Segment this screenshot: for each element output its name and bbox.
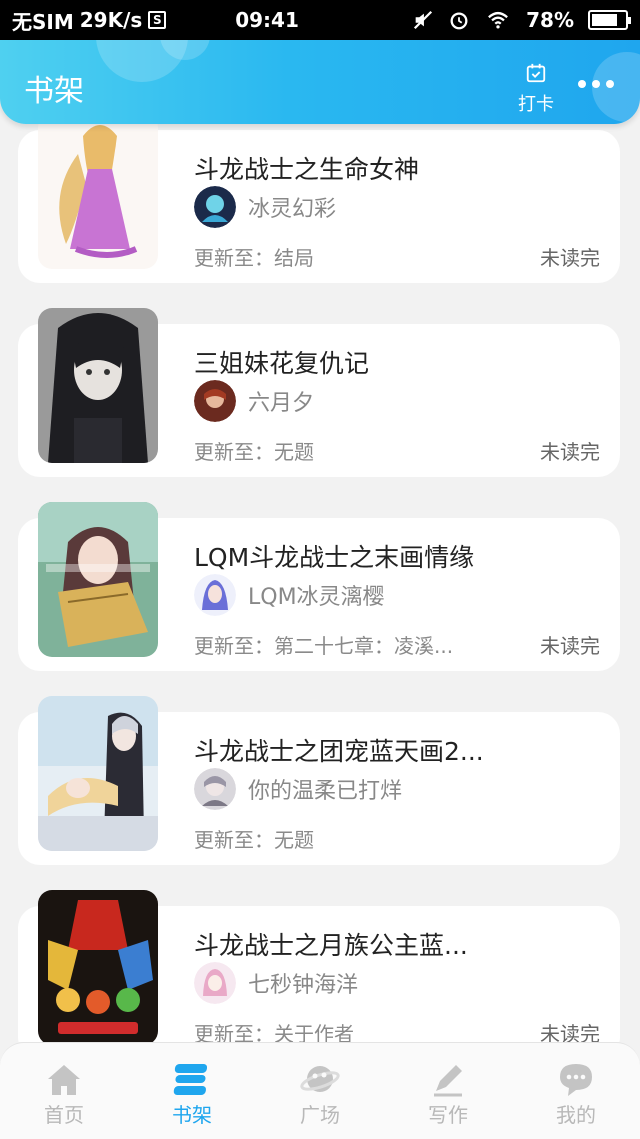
read-status: 未读完 — [540, 440, 600, 464]
nav-label: 广场 — [300, 1103, 340, 1127]
more-dot — [606, 80, 614, 88]
checkin-label: 打卡 — [518, 94, 554, 115]
update-text: 更新至：无题 — [194, 828, 314, 852]
book-card[interactable]: 斗龙战士之生命女神 冰灵幻彩 更新至：结局 未读完 — [18, 124, 620, 283]
book-card[interactable]: 斗龙战士之团宠蓝天画2... 你的温柔已打烊 更新至：无题 — [18, 696, 620, 865]
pen-icon — [434, 1065, 462, 1097]
alarm-icon — [450, 12, 468, 30]
read-status: 未读完 — [540, 1022, 600, 1042]
author-name: LQM冰灵漓樱 — [248, 585, 385, 610]
planet-icon — [300, 1066, 340, 1092]
nav-square[interactable]: 广场 — [256, 1043, 384, 1139]
calendar-check-icon — [526, 63, 546, 83]
book-title: 斗龙战士之生命女神 — [194, 155, 420, 184]
book-title: 三姐妹花复仇记 — [194, 349, 370, 378]
book-cover-image — [38, 124, 158, 269]
bookshelf-icon — [173, 1064, 208, 1095]
author-avatar — [194, 574, 236, 616]
update-text: 更新至：第二十七章：凌溪... — [194, 634, 454, 658]
author-avatar — [194, 962, 236, 1004]
author-row: 七秒钟海洋 — [194, 962, 358, 1004]
checkin-button[interactable]: 打卡 — [514, 62, 558, 116]
update-text: 更新至：无题 — [194, 440, 314, 464]
clock: 09:41 — [235, 8, 299, 32]
nav-label: 首页 — [44, 1103, 84, 1127]
more-dot — [592, 80, 600, 88]
sim-icon: S — [148, 11, 167, 29]
nav-label: 写作 — [428, 1103, 468, 1127]
author-name: 你的温柔已打烊 — [248, 779, 403, 804]
author-avatar — [194, 768, 236, 810]
author-row: LQM冰灵漓樱 — [194, 574, 385, 616]
nav-home[interactable]: 首页 — [0, 1043, 128, 1139]
bottom-nav: 首页 书架 广场 写作 我的 — [0, 1042, 640, 1139]
book-cover-image — [38, 502, 158, 657]
book-title: 斗龙战士之团宠蓝天画2... — [194, 737, 484, 766]
read-status: 未读完 — [540, 246, 600, 270]
book-cover-image — [38, 308, 158, 463]
book-title: 斗龙战士之月族公主蓝... — [194, 931, 468, 960]
author-name: 六月夕 — [248, 391, 315, 416]
more-dot — [578, 80, 586, 88]
book-cover-image — [38, 890, 158, 1042]
home-icon — [48, 1065, 80, 1095]
battery-percent: 78% — [526, 8, 574, 32]
author-row: 六月夕 — [194, 380, 314, 422]
page-title: 书架 — [24, 74, 84, 109]
nav-label: 书架 — [172, 1103, 212, 1127]
app-header: 书架 打卡 — [0, 40, 640, 124]
network-speed: 29K/s — [79, 8, 143, 32]
author-name: 七秒钟海洋 — [248, 973, 359, 998]
author-avatar — [194, 380, 236, 422]
chat-bubble-icon — [560, 1064, 592, 1096]
book-card[interactable]: 三姐妹花复仇记 六月夕 更新至：无题 未读完 — [18, 308, 620, 477]
update-text: 更新至：关于作者 — [194, 1022, 354, 1042]
author-row: 你的温柔已打烊 — [194, 768, 402, 810]
nav-bookshelf[interactable]: 书架 — [128, 1043, 256, 1139]
status-bar: 无SIM 29K/s S 09:41 78% — [0, 0, 640, 40]
nav-write[interactable]: 写作 — [384, 1043, 512, 1139]
app-screen: 无SIM 29K/s S 09:41 78% 书架 打卡 斗龙战士之生命女神 冰… — [0, 0, 640, 1139]
nav-label: 我的 — [556, 1103, 596, 1127]
author-row: 冰灵幻彩 — [194, 186, 336, 228]
update-text: 更新至：结局 — [194, 246, 314, 270]
book-title: LQM斗龙战士之末画情缘 — [194, 543, 475, 572]
author-avatar — [194, 186, 236, 228]
book-cover-image — [38, 696, 158, 851]
author-name: 冰灵幻彩 — [248, 197, 337, 222]
battery-icon — [588, 10, 631, 30]
mute-icon — [414, 10, 433, 30]
battery-level — [592, 14, 617, 26]
book-card[interactable]: LQM斗龙战士之末画情缘 LQM冰灵漓樱 更新至：第二十七章：凌溪... 未读完 — [18, 502, 620, 671]
bookshelf-list[interactable]: 斗龙战士之生命女神 冰灵幻彩 更新至：结局 未读完 三姐妹花复仇记 六月夕 更新… — [0, 124, 640, 1042]
read-status: 未读完 — [540, 634, 600, 658]
book-card[interactable]: 斗龙战士之月族公主蓝... 七秒钟海洋 更新至：关于作者 未读完 — [18, 890, 620, 1042]
carrier-text: 无SIM — [12, 9, 74, 34]
nav-profile[interactable]: 我的 — [512, 1043, 640, 1139]
wifi-icon — [488, 11, 509, 29]
more-menu-button[interactable] — [578, 80, 614, 88]
